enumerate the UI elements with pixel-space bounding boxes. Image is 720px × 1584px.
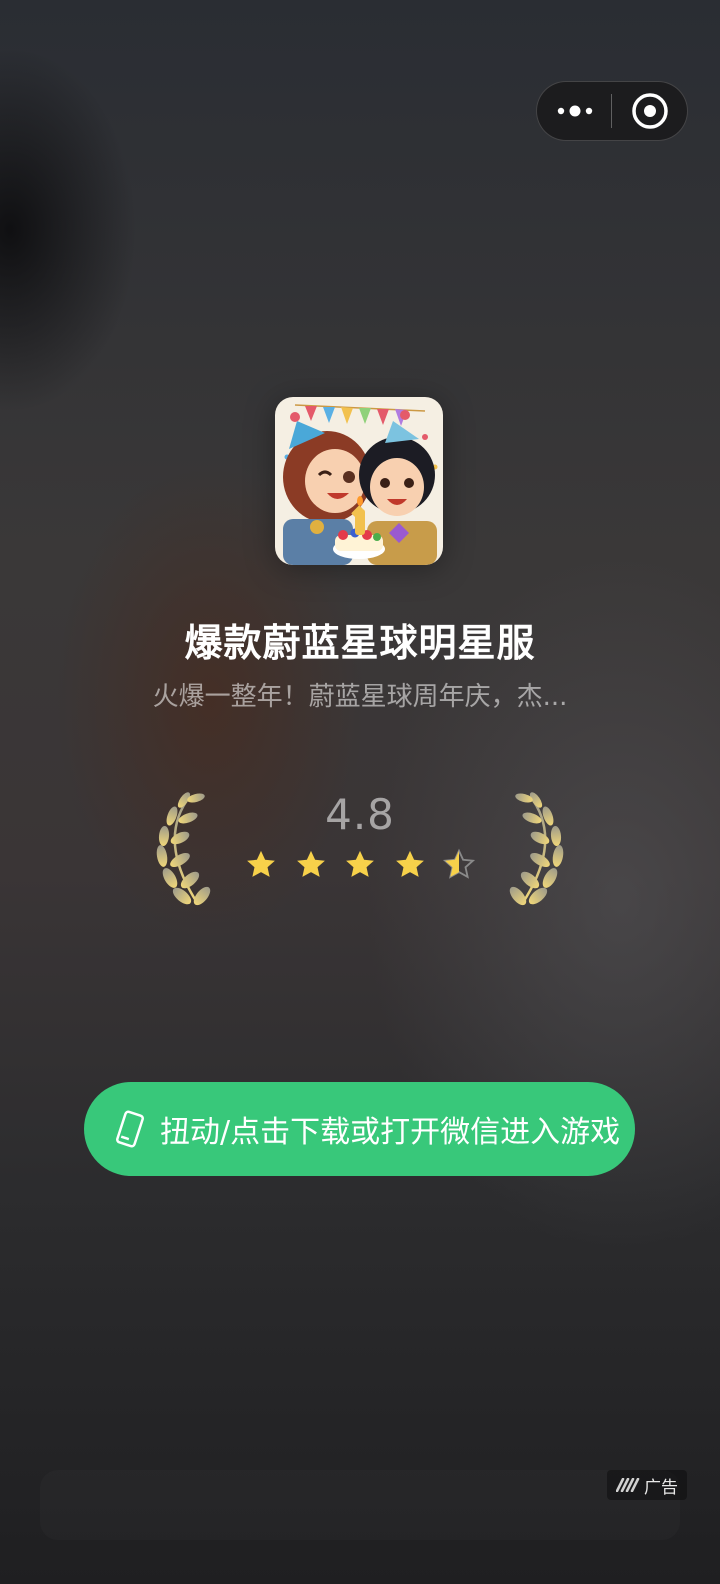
cta-label: 扭动/点击下载或打开微信进入游戏 [160, 1115, 621, 1150]
close-target-icon [632, 93, 668, 129]
close-button[interactable] [613, 82, 687, 140]
star-icon [296, 850, 325, 877]
more-dots-icon [557, 105, 592, 117]
game-app-icon[interactable] [275, 397, 443, 565]
ad-label: 广告 [644, 1477, 678, 1498]
rating-stars [244, 848, 476, 888]
download-cta-button[interactable]: 扭动/点击下载或打开微信进入游戏 [84, 1082, 635, 1176]
more-button[interactable] [537, 82, 612, 140]
capsule-divider [611, 94, 612, 128]
phone-shake-icon [116, 1110, 144, 1148]
star-icon [346, 850, 374, 877]
ad-logo-icon [616, 1478, 640, 1492]
half-star-icon [442, 848, 476, 879]
app-title: 爆款蔚蓝星球明星服 [184, 621, 536, 665]
star-icon [247, 850, 275, 877]
ad-badge[interactable]: 广告 [607, 1470, 687, 1500]
star-icon [395, 850, 424, 877]
rating-block: 4.8 [150, 790, 570, 910]
laurel-right-icon [509, 792, 564, 906]
app-subtitle: 火爆一整年！蔚蓝星球周年庆，杰... [152, 682, 568, 712]
bottom-panel [40, 1470, 680, 1540]
capsule-menu [536, 81, 688, 141]
